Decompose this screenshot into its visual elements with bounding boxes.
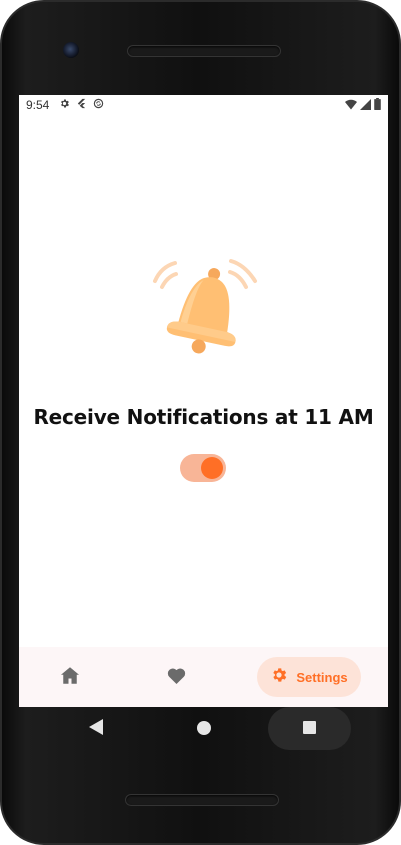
- gear-icon: [270, 666, 288, 688]
- home-circle-icon: [197, 720, 211, 739]
- status-time: 9:54: [26, 98, 50, 112]
- page-title: Receive Notifications at 11 AM: [33, 405, 374, 429]
- nav-settings-button[interactable]: Settings: [257, 657, 361, 697]
- battery-icon: [374, 98, 381, 113]
- system-navigation-bar: [19, 707, 388, 752]
- home-icon: [61, 666, 79, 688]
- bell-icon: [145, 257, 261, 367]
- signal-icon: [360, 98, 371, 113]
- app-screen: 9:54 Receive Notifications at 11 AM Sett…: [19, 95, 388, 707]
- bottom-speaker: [125, 794, 279, 806]
- system-back-button[interactable]: [86, 719, 106, 739]
- gear-icon: [59, 98, 70, 112]
- status-bar: 9:54: [19, 95, 388, 115]
- phone-frame: 9:54 Receive Notifications at 11 AM Sett…: [0, 0, 401, 845]
- nav-settings-label: Settings: [296, 669, 348, 685]
- back-icon: [89, 719, 103, 739]
- heart-icon: [167, 667, 186, 688]
- nav-home-button[interactable]: [50, 657, 90, 697]
- earpiece-speaker: [127, 45, 281, 57]
- sync-icon: [93, 98, 104, 112]
- system-home-button[interactable]: [194, 719, 214, 739]
- notification-toggle[interactable]: [180, 454, 226, 482]
- flutter-icon: [76, 98, 87, 112]
- bottom-navigation-bar: Settings: [19, 647, 388, 707]
- status-icons-left: [59, 98, 104, 112]
- nav-favorites-button[interactable]: [156, 657, 196, 697]
- recents-icon: [303, 719, 316, 738]
- front-camera: [63, 42, 79, 58]
- wifi-icon: [345, 99, 357, 113]
- toggle-knob: [201, 457, 223, 479]
- status-icons-right: [345, 98, 381, 113]
- system-recents-button[interactable]: [268, 707, 351, 750]
